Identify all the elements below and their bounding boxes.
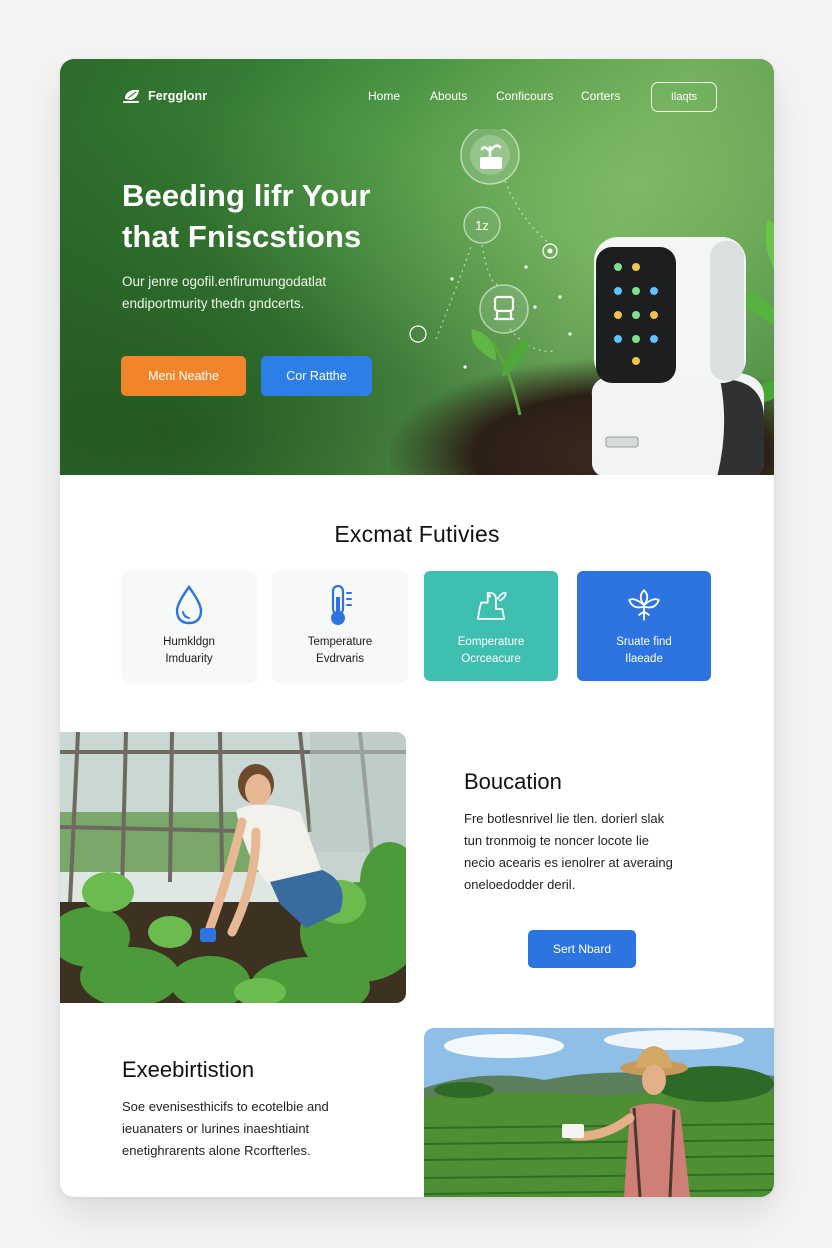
feature-card-sprout-sensor[interactable]: Eomperature Ocrceacure — [424, 571, 558, 681]
hero-title: Beeding lifr Your that Fniscstions — [122, 175, 422, 257]
feature-card-temperature[interactable]: Temperature Evdrvaris — [273, 571, 407, 681]
leaf-cluster-icon — [626, 584, 662, 626]
exhibition-line-1: Soe evenisesthicifs to ecotelbie and — [122, 1099, 329, 1114]
exhibition-line-2: ieuanaters or lurines inaeshtiaint — [122, 1121, 310, 1136]
hud-badge-text: 1z — [475, 218, 489, 233]
feature-leaf-sublabel: Ilaeade — [625, 653, 663, 665]
education-line-1: Fre botlesnrivel lie tlen. dorierl slak — [464, 811, 665, 826]
sprout-sensor-icon — [473, 584, 509, 626]
education-title: Boucation — [464, 769, 562, 794]
sprout-hud-icon — [460, 129, 520, 185]
brand-logo[interactable]: Fergglonr — [122, 86, 207, 106]
feature-sensor-sublabel: Ocrceacure — [461, 653, 521, 665]
feature-sensor-label: Eomperature — [457, 636, 525, 648]
education-line-4: oneloedodder deril. — [464, 877, 576, 892]
top-nav: Fergglonr Home Abouts Conficours Corters… — [60, 59, 774, 135]
exhibition-description: Soe evenisesthicifs to ecotelbie and ieu… — [122, 1096, 412, 1162]
hero-primary-button[interactable]: Meni Neathe — [121, 356, 246, 396]
smart-sensor-illustration: 1z — [409, 129, 774, 475]
hero-section: Fergglonr Home Abouts Conficours Corters… — [60, 59, 774, 475]
nav-link-abouts[interactable]: Abouts — [430, 89, 467, 103]
feature-card-humidity[interactable]: Humkldgn Imduarity — [122, 571, 256, 681]
hero-secondary-button[interactable]: Cor Ratthe — [261, 356, 372, 396]
education-line-3: necio acearis es ienolrer at averaing — [464, 855, 673, 870]
feature-humidity-sublabel: Imduarity — [165, 653, 213, 665]
education-description: Fre botlesnrivel lie tlen. dorierl slak … — [464, 808, 724, 896]
nav-link-home[interactable]: Home — [368, 89, 400, 103]
exhibition-title: Exeebirtistion — [122, 1057, 255, 1082]
thermometer-icon — [322, 584, 358, 626]
feature-temperature-label: Temperature — [307, 636, 373, 648]
feature-leaf-label: Sruate find — [616, 636, 672, 648]
hero-title-line-1: Beeding lifr Your — [122, 178, 371, 213]
features-title: Excmat Futivies — [334, 521, 500, 547]
exhibition-line-3: enetighrarents alone Rcorfterles. — [122, 1143, 311, 1158]
landing-page-card: Fergglonr Home Abouts Conficours Corters… — [60, 59, 774, 1197]
field-farmer-photo — [424, 1028, 774, 1197]
greenhouse-gardener-photo — [60, 732, 406, 1003]
brand-name: Fergglonr — [148, 89, 208, 103]
hero-title-line-2: that Fniscstions — [122, 219, 362, 254]
hero-description: Our jenre ogofil.enfirumungodatlat endip… — [122, 271, 412, 315]
nav-link-conficours[interactable]: Conficours — [496, 89, 553, 103]
feature-humidity-label: Humkldgn — [163, 636, 215, 648]
hero-text-line-2: endiportmurity thedn gndcerts. — [122, 296, 305, 311]
hero-text-line-1: Our jenre ogofil.enfirumungodatlat — [122, 274, 327, 289]
brand-leaf-icon — [123, 90, 139, 103]
feature-temperature-sublabel: Evdrvaris — [316, 653, 364, 665]
water-drop-icon — [171, 584, 207, 626]
feature-card-leaf-cluster[interactable]: Sruate find Ilaeade — [577, 571, 711, 681]
education-line-2: tun tronmoig te noncer locote lie — [464, 833, 649, 848]
nav-cta-button[interactable]: Ilaqts — [651, 82, 717, 112]
sensor-hud-icon — [479, 284, 529, 334]
nav-link-corters[interactable]: Corters — [581, 89, 620, 103]
education-button[interactable]: Sert Nbard — [528, 930, 636, 968]
